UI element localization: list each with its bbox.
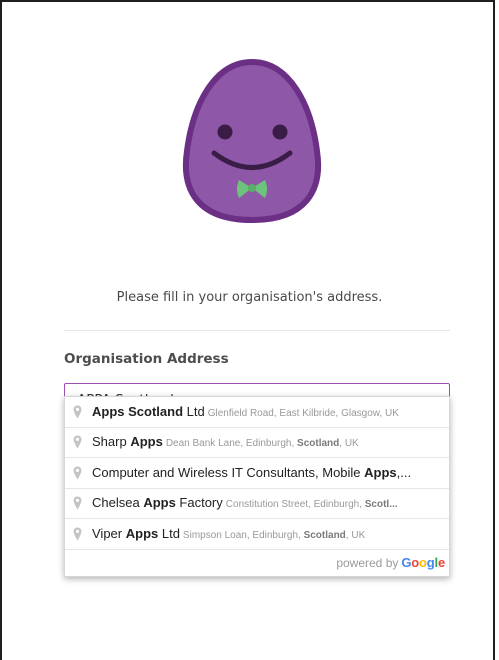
divider <box>64 330 450 331</box>
suggestion-item[interactable]: Chelsea Apps Factory Constitution Street,… <box>65 487 449 519</box>
suggestion-item[interactable]: Viper Apps Ltd Simpson Loan, Edinburgh, S… <box>65 518 449 549</box>
suggestion-secondary-text: Simpson Loan, Edinburgh, Scotland, UK <box>182 529 366 541</box>
suggestion-secondary-text: Dean Bank Lane, Edinburgh, Scotland, UK <box>165 438 359 450</box>
location-pin-icon <box>73 435 82 449</box>
suggestion-text: Computer and Wireless IT Consultants, Mo… <box>92 464 443 482</box>
suggestion-main-text: Chelsea Apps Factory <box>92 495 223 511</box>
suggestion-secondary-text: Constitution Street, Edinburgh, Scotl... <box>225 499 398 511</box>
suggestion-main-text: Viper Apps Ltd <box>92 525 180 541</box>
suggestion-main-text: Sharp Apps <box>92 434 163 450</box>
suggestion-text: Apps Scotland Ltd Glenfield Road, East Ki… <box>92 403 443 421</box>
mascot-icon <box>183 58 321 224</box>
suggestion-item[interactable]: Computer and Wireless IT Consultants, Mo… <box>65 457 449 488</box>
form-card: Please fill in your organisation's addre… <box>0 0 495 660</box>
location-pin-icon <box>73 527 82 541</box>
suggestion-item[interactable]: Sharp Apps Dean Bank Lane, Edinburgh, Sco… <box>65 426 449 458</box>
location-pin-icon <box>73 496 82 510</box>
suggestion-text: Sharp Apps Dean Bank Lane, Edinburgh, Sco… <box>92 433 443 451</box>
instruction-text: Please fill in your organisation's addre… <box>116 290 383 305</box>
suggestion-main-text: Computer and Wireless IT Consultants, Mo… <box>92 464 412 480</box>
suggestion-item[interactable]: Apps Scotland Ltd Glenfield Road, East Ki… <box>65 397 449 427</box>
google-logo: Google <box>401 555 445 570</box>
location-pin-icon <box>73 405 82 419</box>
suggestion-text: Viper Apps Ltd Simpson Loan, Edinburgh, S… <box>92 525 443 543</box>
address-field-label: Organisation Address <box>64 351 229 367</box>
autocomplete-dropdown: Apps Scotland Ltd Glenfield Road, East Ki… <box>64 396 450 577</box>
suggestion-main-text: Apps Scotland Ltd <box>92 403 205 419</box>
powered-by-text: powered by <box>336 555 399 570</box>
suggestion-secondary-text: Glenfield Road, East Kilbride, Glasgow, … <box>207 407 399 419</box>
location-pin-icon <box>73 466 82 480</box>
powered-by-attribution: powered by Google <box>65 548 449 576</box>
suggestion-text: Chelsea Apps Factory Constitution Street,… <box>92 494 443 512</box>
